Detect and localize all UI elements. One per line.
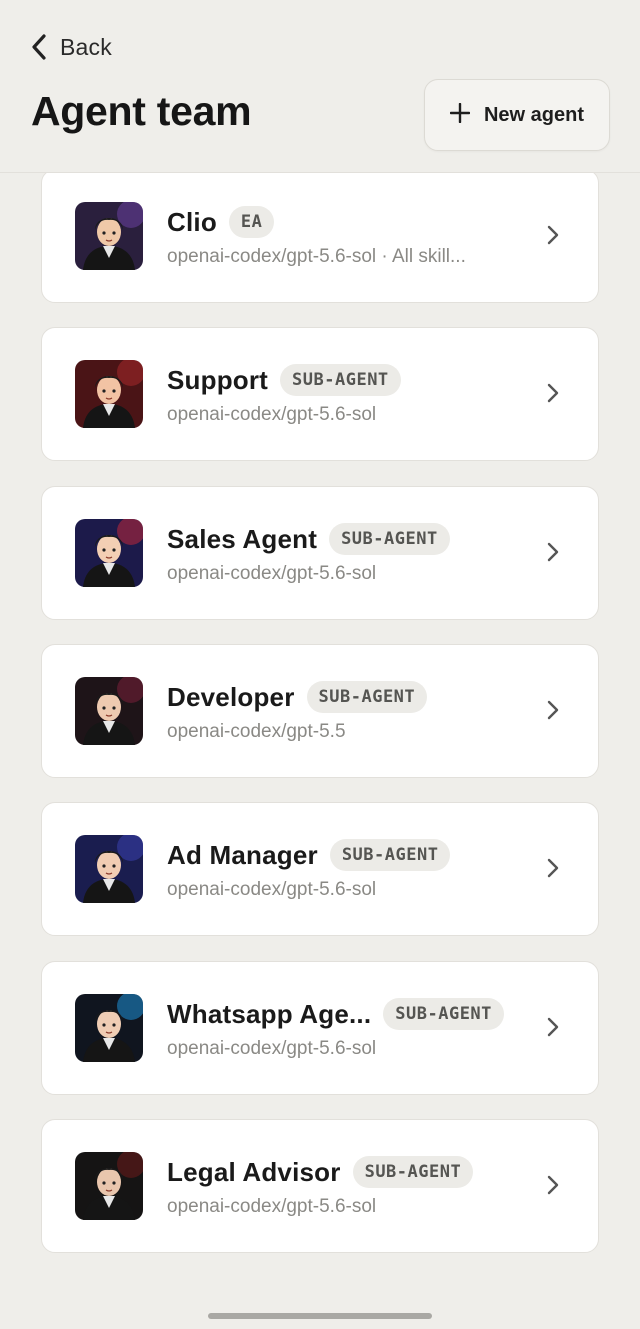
ad-manager-avatar-icon [75, 835, 143, 903]
chevron-right-icon [546, 857, 560, 884]
agent-card[interactable]: Legal Advisor SUB-AGENT openai-codex/gpt-5… [41, 1119, 599, 1253]
new-agent-label: New agent [483, 103, 585, 126]
chevron-right-icon [546, 699, 560, 726]
agent-name: Developer [167, 681, 295, 712]
agent-name-row: Ad Manager SUB-AGENT [167, 837, 451, 873]
agent-model: openai-codex/gpt-5.5 [167, 721, 346, 742]
agent-card[interactable]: Ad Manager SUB-AGENT openai-codex/gpt-5.6-… [41, 802, 599, 936]
agent-name-row: Support SUB-AGENT [167, 362, 401, 398]
whatsapp-avatar-icon [75, 994, 143, 1062]
agent-name-row: Developer SUB-AGENT [167, 679, 428, 715]
clio-avatar-icon [75, 202, 143, 270]
page-title: Agent team [31, 88, 252, 134]
agent-role-badge: SUB-AGENT [306, 681, 428, 713]
developer-avatar-icon [75, 677, 143, 745]
sales-avatar-icon [75, 519, 143, 587]
agent-role-badge: SUB-AGENT [329, 523, 450, 555]
agent-card[interactable]: Support SUB-AGENT openai-codex/gpt-5.6-sol [41, 327, 599, 461]
chevron-right-icon [546, 541, 560, 568]
agent-name: Legal Advisor [167, 1156, 341, 1187]
chevron-left-icon [30, 33, 48, 61]
agent-card[interactable]: Clio EA openai-codex/gpt-5.6-sol · All ski… [41, 169, 599, 303]
agent-name: Clio [167, 206, 217, 237]
agent-name: Whatsapp Age... [167, 998, 372, 1029]
agent-name-row: Clio EA [167, 204, 275, 240]
agent-model: openai-codex/gpt-5.6-sol [167, 879, 377, 900]
chevron-right-icon [546, 224, 560, 251]
chevron-right-icon [546, 1174, 560, 1201]
agent-card[interactable]: Sales Agent SUB-AGENT openai-codex/gpt-5.6… [41, 486, 599, 620]
agent-name: Ad Manager [167, 839, 318, 870]
agent-card[interactable]: Whatsapp Age... SUB-AGENT openai-codex/gpt… [41, 961, 599, 1095]
back-label: Back [60, 33, 112, 60]
agent-model: openai-codex/gpt-5.6-sol [167, 563, 377, 584]
header: Back Agent team New agent [0, 0, 640, 173]
new-agent-button[interactable]: New agent [424, 79, 610, 151]
agent-name-row: Legal Advisor SUB-AGENT [167, 1154, 474, 1190]
agent-name: Support [167, 364, 269, 395]
back-button[interactable]: Back [30, 28, 112, 66]
agent-model: openai-codex/gpt-5.6-sol [167, 1196, 377, 1217]
agent-card[interactable]: Developer SUB-AGENT openai-codex/gpt-5.5 [41, 644, 599, 778]
agent-role-badge: SUB-AGENT [352, 1156, 474, 1188]
agent-name: Sales Agent [167, 523, 318, 554]
agent-name-row: Whatsapp Age... SUB-AGENT [167, 996, 504, 1032]
chevron-right-icon [546, 382, 560, 409]
agent-role-badge: EA [228, 206, 275, 238]
plus-icon [449, 102, 471, 128]
agent-role-badge: SUB-AGENT [383, 998, 504, 1030]
support-avatar-icon [75, 360, 143, 428]
agent-model: openai-codex/gpt-5.6-sol [167, 404, 377, 425]
agent-model: openai-codex/gpt-5.6-sol [167, 1038, 377, 1059]
home-indicator [208, 1313, 432, 1319]
legal-avatar-icon [75, 1152, 143, 1220]
agent-name-row: Sales Agent SUB-AGENT [167, 521, 450, 557]
chevron-right-icon [546, 1016, 560, 1043]
agent-role-badge: SUB-AGENT [329, 839, 451, 871]
agent-model: openai-codex/gpt-5.6-sol · All skill... [167, 246, 466, 267]
agent-role-badge: SUB-AGENT [280, 364, 401, 396]
